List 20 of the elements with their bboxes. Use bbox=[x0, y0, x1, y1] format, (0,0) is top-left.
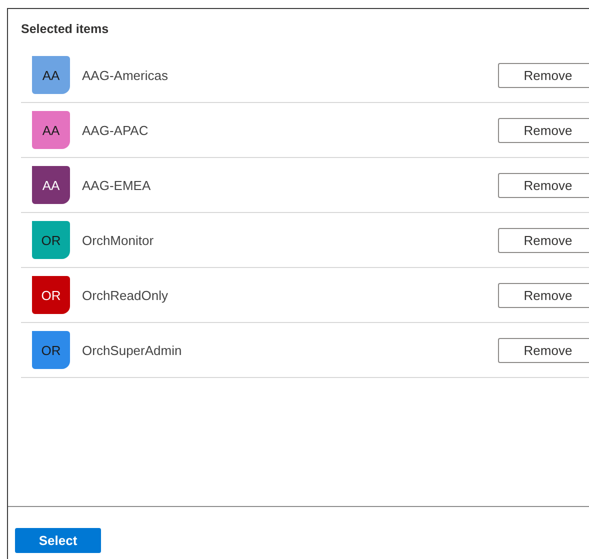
remove-button[interactable]: Remove bbox=[498, 228, 589, 252]
avatar: OR bbox=[32, 221, 70, 259]
avatar: OR bbox=[32, 276, 70, 314]
remove-button[interactable]: Remove bbox=[498, 62, 589, 88]
item-name: AAG-Americas bbox=[82, 68, 169, 82]
avatar: OR bbox=[32, 331, 70, 369]
remove-button[interactable]: Remove bbox=[498, 282, 589, 308]
avatar: AA bbox=[32, 56, 70, 94]
item-name: AAG-APAC bbox=[82, 122, 150, 138]
panel-heading: Selected items bbox=[20, 21, 110, 38]
remove-button[interactable]: Remove bbox=[498, 338, 589, 362]
item-name: OrchSuperAdmin bbox=[82, 342, 183, 358]
item-name: OrchMonitor bbox=[82, 232, 155, 248]
select-button[interactable]: Select bbox=[15, 528, 101, 553]
item-name: OrchReadOnly bbox=[82, 288, 169, 302]
remove-button[interactable]: Remove bbox=[498, 118, 589, 142]
avatar: AA bbox=[32, 166, 70, 204]
avatar: AA bbox=[32, 111, 70, 149]
remove-button[interactable]: Remove bbox=[498, 172, 589, 198]
item-name: AAG-EMEA bbox=[82, 178, 152, 192]
